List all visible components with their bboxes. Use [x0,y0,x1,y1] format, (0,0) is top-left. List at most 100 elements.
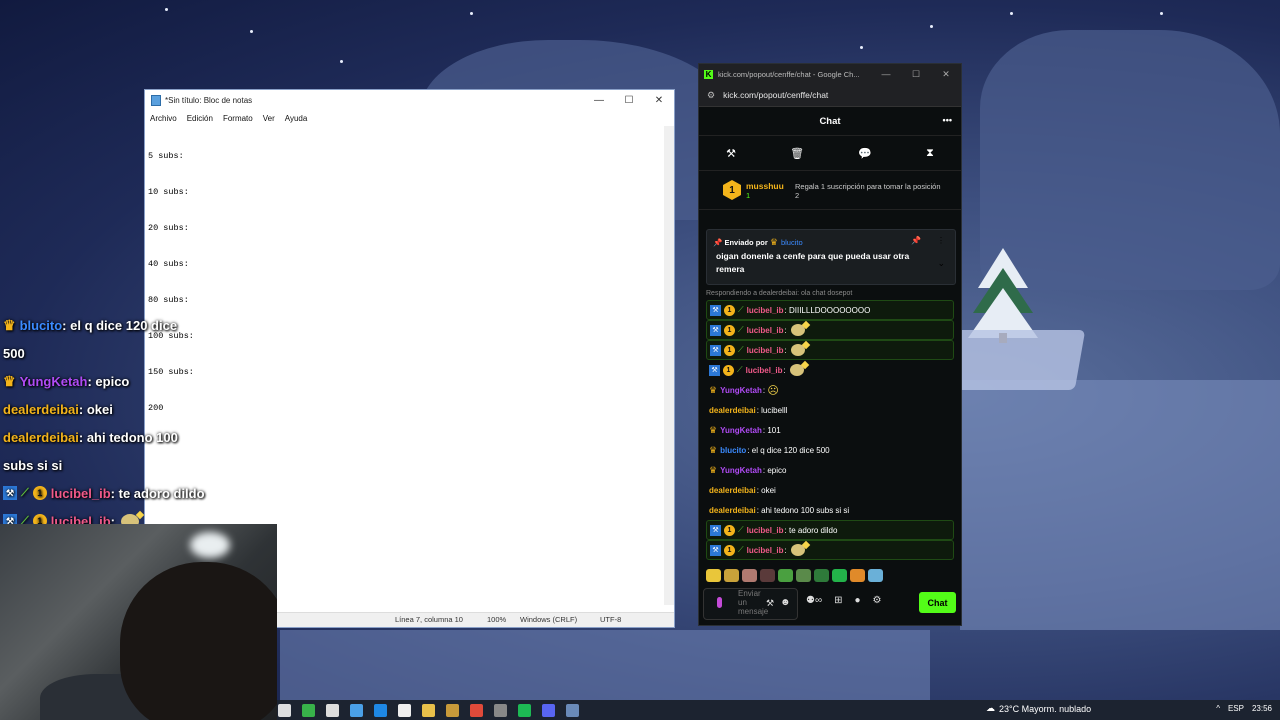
chat-message[interactable]: ⚒ 1 ⟋ lucibel_ib: DIIILLLDOOOOOOOO [706,300,954,320]
speech-bubble-icon[interactable]: 💬 [858,147,872,160]
site-settings-icon[interactable]: ⚙ [707,90,715,101]
sub-badge-icon: 1 [723,364,734,376]
hourglass-icon[interactable]: ⧗ [926,147,934,160]
chevron-up-icon[interactable]: ^ [1216,704,1220,713]
unpin-icon[interactable]: 📌 [911,236,921,245]
users-icon[interactable]: ⚉∞ [806,595,822,606]
chili-badge-icon: ⟋ [738,525,744,534]
emoji-icon[interactable]: ☻ [780,597,791,608]
close-icon[interactable]: ✕ [644,95,674,106]
chat-username[interactable]: YungKetah [720,466,762,475]
menu-ver[interactable]: Ver [263,114,275,123]
chat-message[interactable]: ⚒ 1 ⟋ lucibel_ib: te adoro dildo [706,520,954,540]
emote-icon[interactable] [796,568,811,582]
chevron-down-icon[interactable]: ⌄ [937,258,945,269]
microphone-icon[interactable] [717,597,722,608]
close-icon[interactable]: ✕ [931,69,961,80]
app-icon[interactable] [446,703,459,717]
ceiling-light [190,532,230,558]
chat-message[interactable]: dealerdeibai: ahi tedono 100 subs si si [706,500,954,520]
maximize-icon[interactable]: ☐ [901,69,931,80]
emote-icon[interactable] [760,568,775,582]
chat-message[interactable]: ⚒ 1 ⟋ lucibel_ib: [706,360,954,380]
chat-bubble-icon[interactable]: ● [854,595,860,606]
emote-icon[interactable] [868,568,883,582]
gift-icon[interactable]: ⊞ [834,595,842,606]
bits-icon[interactable]: ⚒ [766,598,774,609]
chat-message[interactable]: dealerdeibai: okei [706,480,954,500]
paint-icon[interactable] [374,703,387,717]
emote-icon[interactable] [706,568,721,582]
emote-icon[interactable] [850,568,865,582]
notepad-taskbar-icon[interactable] [566,703,579,717]
pen-icon[interactable] [326,703,339,717]
chat-username[interactable]: lucibel_ib [747,326,784,335]
notepad-menubar: Archivo Edición Formato Ver Ayuda [145,110,674,126]
chrome-titlebar[interactable]: K kick.com/popout/cenffe/chat - Google C… [699,64,961,84]
chat-message[interactable]: ♛ YungKetah: ☹ [706,380,954,400]
minimize-icon[interactable]: — [584,95,614,106]
clock[interactable]: 23:56 [1252,704,1272,713]
emote-icon[interactable] [778,568,793,582]
weather-widget[interactable]: ☁ 23°C Mayorm. nublado [986,703,1091,714]
steam-icon[interactable] [494,703,507,717]
trash-icon[interactable]: 🗑 [790,147,804,160]
vertical-scrollbar[interactable] [664,126,674,605]
chat-username[interactable]: YungKetah [720,426,762,435]
reply-context: Respondiendo a dealerdeibai: ola chat do… [706,290,853,297]
chat-username[interactable]: lucibel_ib [747,306,784,315]
file-icon[interactable] [278,703,291,717]
encoding: UTF-8 [600,615,622,624]
gift-prompt[interactable]: Regala 1 suscripción para tomar la posic… [795,182,945,200]
obs-icon[interactable] [398,703,411,717]
pinned-message[interactable]: 📌 Enviado por ♛ blucito oigan donenle a c… [706,229,956,285]
emote-icon[interactable] [814,568,829,582]
chat-message[interactable]: ♛ YungKetah: epico [706,460,954,480]
chat-username[interactable]: dealerdeibai [709,486,756,495]
menu-formato[interactable]: Formato [223,114,253,123]
chat-message[interactable]: ⚒ 1 ⟋ lucibel_ib: [706,340,954,360]
chrome-icon[interactable] [470,703,483,717]
chat-username[interactable]: lucibel_ib [747,526,784,535]
chat-username[interactable]: dealerdeibai [709,406,756,415]
chat-username[interactable]: blucito [720,446,746,455]
more-options-icon[interactable]: ••• [943,115,952,125]
chat-message[interactable]: ♛ blucito: el q dice 120 dice 500 [706,440,954,460]
notepad-titlebar[interactable]: *Sin título: Bloc de notas — ☐ ✕ [145,90,674,110]
send-button[interactable]: Chat [919,592,956,613]
folder-icon[interactable] [422,703,435,717]
leader-name[interactable]: musshuu [746,181,784,191]
chat-username[interactable]: dealerdeibai [709,506,756,515]
chat-message[interactable]: ⚒ 1 ⟋ lucibel_ib: [706,540,954,560]
settings-icon[interactable]: ⚙ [873,595,882,606]
spotify-icon[interactable] [518,703,531,717]
emote-icon[interactable] [832,568,847,582]
message-input[interactable]: Enviar un mensaje ⚒ ☻ [703,588,798,620]
minimize-icon[interactable]: — [871,69,901,80]
menu-edicion[interactable]: Edición [187,114,213,123]
chat-username[interactable]: lucibel_ib [747,346,784,355]
chat-text: okei [761,485,776,495]
pinned-user[interactable]: blucito [781,238,803,247]
chat-username[interactable]: YungKetah [720,386,762,395]
emote-icon[interactable] [724,568,739,582]
chat-username[interactable]: lucibel_ib [747,546,784,555]
discord-icon[interactable] [542,703,555,717]
maximize-icon[interactable]: ☐ [614,95,644,106]
language-indicator[interactable]: ESP [1228,704,1244,713]
address-bar[interactable]: ⚙ kick.com/popout/cenffe/chat [699,84,961,107]
pinned-menu-icon[interactable]: ⋮ [937,236,945,245]
input-placeholder: Enviar un mensaje [738,589,769,616]
emote-icon[interactable] [742,568,757,582]
chat-message[interactable]: ♛ YungKetah: 101 [706,420,954,440]
menu-archivo[interactable]: Archivo [150,114,177,123]
hammer-icon[interactable]: ⚒ [726,147,736,160]
emote-icon [790,344,805,356]
broadcaster-badge-icon: ⚒ [710,524,721,536]
menu-ayuda[interactable]: Ayuda [285,114,308,123]
photos-icon[interactable] [350,703,363,717]
chat-message[interactable]: ⚒ 1 ⟋ lucibel_ib: [706,320,954,340]
chat-message[interactable]: dealerdeibai: lucibelll [706,400,954,420]
chat-username[interactable]: lucibel_ib [746,366,783,375]
xbox-icon[interactable] [302,703,315,717]
